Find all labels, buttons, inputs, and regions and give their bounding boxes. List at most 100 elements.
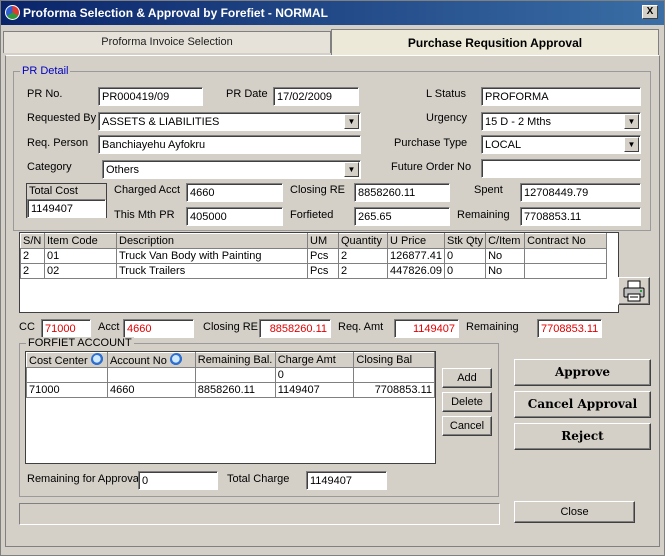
table-cell[interactable] <box>26 367 108 383</box>
pr-date-label: PR Date <box>226 88 268 100</box>
table-cell[interactable]: Truck Van Body with Painting <box>116 248 308 264</box>
purchase-type-select[interactable]: LOCAL ▼ <box>481 135 641 154</box>
table-cell[interactable]: 1149407 <box>274 382 355 398</box>
column-header[interactable]: Closing Bal <box>353 352 435 368</box>
summary-remaining-field[interactable]: 7708853.11 <box>537 319 602 338</box>
table-row[interactable]: 2 02 Truck Trailers Pcs 2 447826.09 0 No <box>20 263 608 279</box>
acct-field[interactable]: 4660 <box>123 319 194 338</box>
table-cell[interactable]: No <box>485 263 526 279</box>
urgency-label: Urgency <box>426 112 467 124</box>
charged-acct-field[interactable]: 4660 <box>186 183 283 202</box>
column-header[interactable]: U Price <box>387 233 445 249</box>
table-cell[interactable]: 0 <box>274 367 355 383</box>
table-cell[interactable]: 447826.09 <box>387 263 445 279</box>
summary-remaining-label: Remaining <box>466 321 519 333</box>
table-cell[interactable]: 126877.41 <box>387 248 445 264</box>
table-cell[interactable]: 2 <box>20 263 45 279</box>
chevron-down-icon[interactable]: ▼ <box>344 114 359 129</box>
table-cell[interactable] <box>524 248 608 264</box>
table-cell[interactable]: 0 <box>443 263 487 279</box>
chevron-down-icon[interactable]: ▼ <box>344 162 359 177</box>
chevron-down-icon[interactable]: ▼ <box>624 137 639 152</box>
summary-closing-re-field[interactable]: 8858260.11 <box>259 319 331 338</box>
total-charge-field[interactable]: 1149407 <box>306 471 387 490</box>
column-header[interactable]: Account No <box>106 352 196 368</box>
table-cell[interactable]: 7708853.11 <box>353 382 435 398</box>
table-cell[interactable]: No <box>485 248 526 264</box>
pr-no-field[interactable]: PR000419/09 <box>98 87 203 106</box>
table-cell[interactable]: 0 <box>443 248 487 264</box>
column-header[interactable]: Item Code <box>44 233 117 249</box>
column-header[interactable]: UM <box>307 233 339 249</box>
reject-button[interactable]: Reject <box>514 423 651 450</box>
l-status-field[interactable]: PROFORMA <box>481 87 641 106</box>
cancel-approval-button[interactable]: Cancel Approval <box>514 391 651 418</box>
entry-row[interactable]: 0 <box>26 367 435 383</box>
forfieted-field[interactable]: 265.65 <box>354 207 450 226</box>
title-bar: Proforma Selection & Approval by Forefie… <box>1 1 664 25</box>
remaining-for-approval-field[interactable]: 0 <box>138 471 218 490</box>
urgency-select[interactable]: 15 D - 2 Mths ▼ <box>481 112 641 131</box>
table-cell[interactable]: 2 <box>338 263 388 279</box>
printer-icon <box>623 280 645 302</box>
forfiet-account-legend: FORFIET ACCOUNT <box>26 337 134 349</box>
table-cell[interactable] <box>106 367 196 383</box>
forfiet-grid[interactable]: Cost Center Account No Remaining Bal. Ch… <box>25 351 436 464</box>
app-icon <box>5 5 20 20</box>
column-header[interactable]: Description <box>116 233 308 249</box>
magnifier-icon[interactable] <box>90 353 104 366</box>
column-header[interactable]: S/N <box>20 233 45 249</box>
column-header[interactable]: Stk Qty <box>443 233 487 249</box>
req-amt-field[interactable]: 1149407 <box>394 319 459 338</box>
print-button[interactable] <box>618 277 650 305</box>
table-cell[interactable]: 2 <box>20 248 45 264</box>
delete-button[interactable]: Delete <box>442 392 492 412</box>
cc-field[interactable]: 71000 <box>41 319 91 338</box>
total-cost-field[interactable]: 1149407 <box>27 199 106 218</box>
table-cell[interactable]: Truck Trailers <box>116 263 308 279</box>
close-window-button[interactable]: X <box>642 5 658 19</box>
category-label: Category <box>27 161 72 173</box>
column-header[interactable]: Cost Center <box>26 352 108 368</box>
table-cell[interactable]: 71000 <box>26 382 108 398</box>
table-cell[interactable]: 8858260.11 <box>194 382 276 398</box>
req-person-field[interactable]: Banchiayehu Ayfokru <box>98 135 361 154</box>
table-cell[interactable]: Pcs <box>307 263 339 279</box>
approve-button[interactable]: Approve <box>514 359 651 386</box>
requested-by-select[interactable]: ASSETS & LIABILITIES ▼ <box>98 112 361 131</box>
table-row[interactable]: 71000 4660 8858260.11 1149407 7708853.11 <box>26 382 435 398</box>
table-row[interactable]: 2 01 Truck Van Body with Painting Pcs 2 … <box>20 248 608 264</box>
column-header[interactable]: Charge Amt <box>274 352 355 368</box>
table-cell[interactable]: Pcs <box>307 248 339 264</box>
forfieted-label: Forfieted <box>290 209 334 221</box>
pr-no-label: PR No. <box>27 88 63 100</box>
cancel-button[interactable]: Cancel <box>442 416 492 436</box>
closing-re-field[interactable]: 8858260.11 <box>354 183 450 202</box>
column-header[interactable]: Quantity <box>338 233 388 249</box>
charged-acct-label: Charged Acct <box>114 184 181 196</box>
tab-proforma-invoice-selection[interactable]: Proforma Invoice Selection <box>3 31 331 53</box>
future-order-no-field[interactable] <box>481 159 641 178</box>
table-cell[interactable] <box>194 367 276 383</box>
column-header[interactable]: C/Item <box>485 233 526 249</box>
magnifier-icon[interactable] <box>169 353 183 366</box>
table-cell[interactable]: 01 <box>44 248 117 264</box>
add-button[interactable]: Add <box>442 368 492 388</box>
column-header[interactable]: Contract No <box>524 233 608 249</box>
table-cell[interactable] <box>353 367 435 383</box>
this-mth-pr-field[interactable]: 405000 <box>186 207 283 226</box>
pr-date-field[interactable]: 17/02/2009 <box>273 87 359 106</box>
table-cell[interactable]: 4660 <box>106 382 196 398</box>
table-cell[interactable] <box>524 263 608 279</box>
table-cell[interactable]: 2 <box>338 248 388 264</box>
remaining-field[interactable]: 7708853.11 <box>520 207 641 226</box>
chevron-down-icon[interactable]: ▼ <box>624 114 639 129</box>
column-header[interactable]: Remaining Bal. <box>194 352 276 368</box>
category-select[interactable]: Others ▼ <box>102 160 361 179</box>
tab-purchase-requisition-approval[interactable]: Purchase Requsition Approval <box>331 29 659 55</box>
items-grid[interactable]: S/N Item Code Description UM Quantity U … <box>19 232 619 313</box>
table-cell[interactable]: 02 <box>44 263 117 279</box>
close-button[interactable]: Close <box>514 501 635 523</box>
category-value: Others <box>106 164 140 176</box>
spent-field[interactable]: 12708449.79 <box>520 183 641 202</box>
